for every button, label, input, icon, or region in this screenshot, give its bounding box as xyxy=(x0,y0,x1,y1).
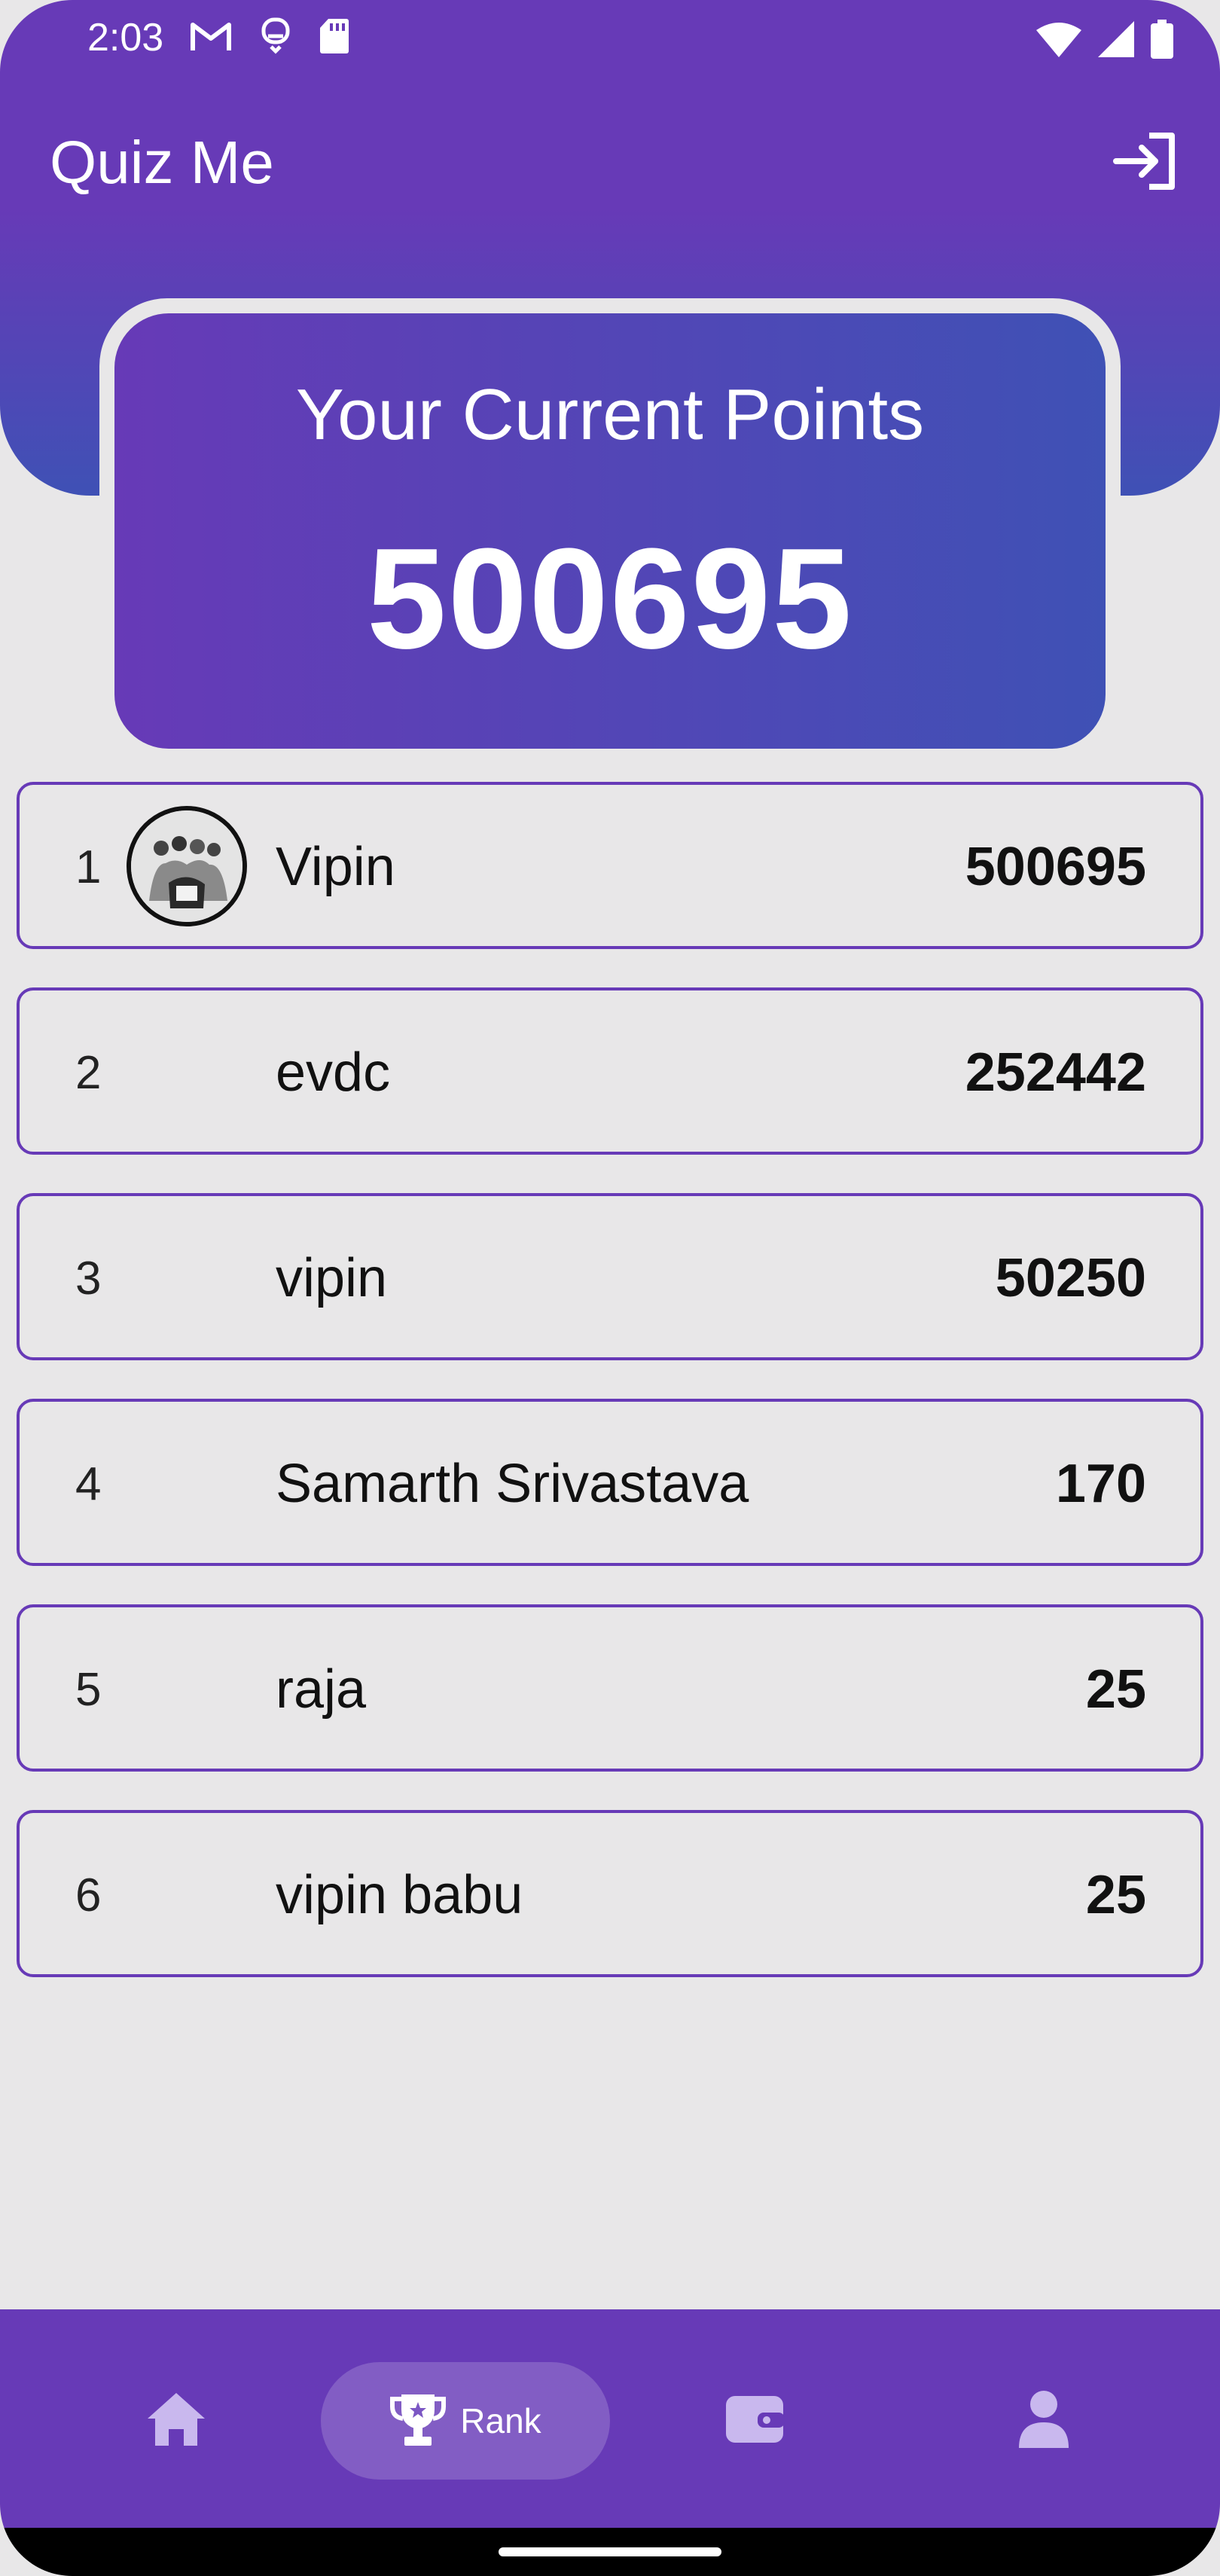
player-name: Samarth Srivastava xyxy=(276,1454,749,1514)
rank-number: 5 xyxy=(75,1664,102,1716)
screen: 2:03 Quiz Me Your Current Points 500695 … xyxy=(0,0,1220,2576)
points-value: 500695 xyxy=(366,519,853,679)
gmail-icon xyxy=(190,18,232,63)
battery-icon xyxy=(1151,20,1173,69)
player-name: evdc xyxy=(276,1042,391,1103)
home-icon xyxy=(146,2391,206,2451)
leaderboard-row[interactable]: 5 raja 25 xyxy=(17,1604,1203,1772)
player-points: 252442 xyxy=(965,1042,1146,1103)
logout-button[interactable] xyxy=(1109,127,1181,199)
player-points: 25 xyxy=(1085,1659,1146,1720)
leaderboard-row[interactable]: 3 vipin 50250 xyxy=(17,1193,1203,1360)
player-points: 25 xyxy=(1085,1865,1146,1925)
avatar xyxy=(127,806,247,926)
notification-icon xyxy=(259,17,292,64)
player-name: raja xyxy=(276,1659,367,1720)
leaderboard-row[interactable]: 2 evdc 252442 xyxy=(17,987,1203,1155)
signal-icon xyxy=(1098,21,1134,67)
points-card: Your Current Points 500695 xyxy=(114,313,1106,749)
nav-profile[interactable] xyxy=(981,2362,1107,2480)
nav-rank-label: Rank xyxy=(460,2401,541,2440)
leaderboard-list: 1 Vipin 500695 2 evdc 252442 3 vipin 502… xyxy=(17,782,1203,2016)
rank-number: 4 xyxy=(75,1458,102,1510)
bottom-navigation: Rank xyxy=(0,2309,1220,2528)
logout-icon xyxy=(1112,131,1178,195)
status-time: 2:03 xyxy=(87,16,164,60)
app-title: Quiz Me xyxy=(50,129,274,196)
person-icon xyxy=(1017,2389,1070,2453)
wifi-icon xyxy=(1036,21,1081,67)
rank-number: 1 xyxy=(75,841,102,893)
player-points: 170 xyxy=(1055,1454,1146,1514)
rank-number: 2 xyxy=(75,1047,102,1099)
wallet-icon xyxy=(724,2394,785,2448)
player-points: 500695 xyxy=(965,837,1146,897)
home-gesture-handle[interactable] xyxy=(499,2547,721,2556)
nav-wallet[interactable] xyxy=(691,2362,818,2480)
leaderboard-row[interactable]: 6 vipin babu 25 xyxy=(17,1810,1203,1977)
status-bar: 2:03 xyxy=(0,0,1220,83)
player-name: vipin babu xyxy=(276,1865,523,1925)
rank-number: 6 xyxy=(75,1869,102,1921)
nav-rank[interactable]: Rank xyxy=(321,2362,610,2480)
player-name: Vipin xyxy=(276,837,395,897)
leaderboard-row[interactable]: 4 Samarth Srivastava 170 xyxy=(17,1399,1203,1566)
leaderboard-row[interactable]: 1 Vipin 500695 xyxy=(17,782,1203,949)
nav-home[interactable] xyxy=(113,2362,239,2480)
trophy-icon xyxy=(389,2391,447,2451)
rank-number: 3 xyxy=(75,1253,102,1305)
points-label: Your Current Points xyxy=(295,374,925,455)
gesture-bar xyxy=(0,2528,1220,2576)
player-points: 50250 xyxy=(995,1248,1146,1308)
sd-card-icon xyxy=(319,17,349,63)
player-name: vipin xyxy=(276,1248,388,1308)
